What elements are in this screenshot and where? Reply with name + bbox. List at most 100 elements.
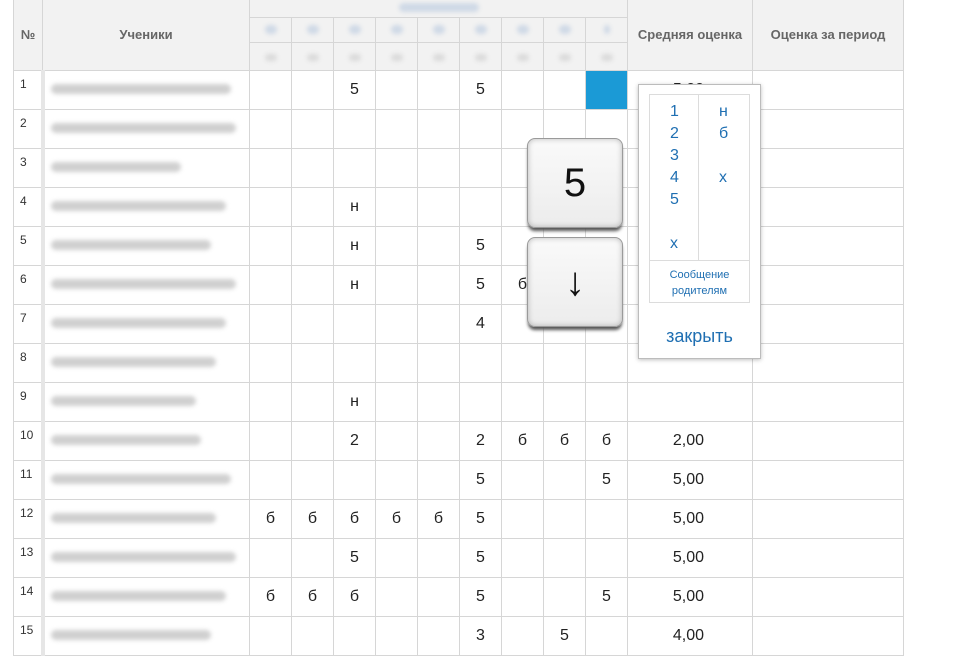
grade-cell[interactable] (291, 70, 334, 110)
period-grade[interactable] (752, 538, 904, 578)
grade-cell[interactable] (417, 70, 460, 110)
grade-cell[interactable]: н (333, 226, 376, 266)
grade-cell[interactable]: б (291, 577, 334, 617)
period-grade[interactable] (752, 226, 904, 266)
grade-cell[interactable] (375, 226, 418, 266)
grade-cell[interactable] (375, 421, 418, 461)
student-name[interactable] (40, 304, 250, 344)
date-header-cell[interactable] (459, 17, 502, 43)
grade-cell[interactable] (375, 70, 418, 110)
grade-cell[interactable] (375, 265, 418, 305)
grade-cell[interactable]: 5 (333, 70, 376, 110)
grade-cell[interactable]: н (333, 187, 376, 227)
grade-cell[interactable] (249, 148, 292, 188)
student-name[interactable] (40, 538, 250, 578)
grade-cell[interactable] (291, 304, 334, 344)
student-name[interactable] (40, 421, 250, 461)
grade-cell[interactable] (459, 148, 502, 188)
grade-cell[interactable] (375, 538, 418, 578)
grade-cell[interactable] (459, 187, 502, 227)
grade-cell[interactable] (543, 577, 586, 617)
grade-cell[interactable]: б (333, 577, 376, 617)
grade-cell[interactable] (249, 343, 292, 383)
grade-cell[interactable] (249, 265, 292, 305)
grade-option[interactable]: 3 (670, 147, 679, 165)
grade-cell[interactable] (291, 421, 334, 461)
period-grade[interactable] (752, 70, 904, 110)
grade-cell[interactable] (585, 499, 628, 539)
grade-cell[interactable] (585, 538, 628, 578)
grade-cell[interactable] (333, 304, 376, 344)
grade-cell[interactable]: 5 (459, 265, 502, 305)
grade-cell[interactable]: б (249, 577, 292, 617)
student-name[interactable] (40, 226, 250, 266)
grade-option[interactable]: 4 (670, 169, 679, 187)
grade-cell[interactable] (333, 460, 376, 500)
grade-cell[interactable] (375, 343, 418, 383)
grade-cell[interactable]: б (249, 499, 292, 539)
grade-cell[interactable] (375, 148, 418, 188)
period-grade[interactable] (752, 616, 904, 656)
grade-cell[interactable] (585, 616, 628, 656)
grade-cell[interactable] (501, 343, 544, 383)
period-grade[interactable] (752, 304, 904, 344)
date-header-cell[interactable] (291, 17, 334, 43)
grade-cell[interactable] (459, 382, 502, 422)
student-name[interactable] (40, 460, 250, 500)
grade-cell[interactable] (375, 382, 418, 422)
grade-cell[interactable] (417, 421, 460, 461)
grade-cell[interactable] (333, 109, 376, 149)
grade-cell[interactable] (501, 499, 544, 539)
grade-cell[interactable] (249, 226, 292, 266)
student-name[interactable] (40, 343, 250, 383)
grade-cell[interactable] (417, 304, 460, 344)
grade-cell[interactable] (543, 499, 586, 539)
period-grade[interactable] (752, 265, 904, 305)
student-name[interactable] (40, 382, 250, 422)
grade-cell[interactable] (417, 538, 460, 578)
grade-cell[interactable] (249, 70, 292, 110)
grade-cell[interactable]: б (543, 421, 586, 461)
grade-cell[interactable] (249, 304, 292, 344)
grade-cell[interactable] (375, 577, 418, 617)
grade-cell[interactable]: б (417, 499, 460, 539)
grade-cell[interactable] (291, 265, 334, 305)
student-name[interactable] (40, 148, 250, 188)
grade-cell[interactable] (459, 109, 502, 149)
student-name[interactable] (40, 187, 250, 227)
grade-cell[interactable] (417, 109, 460, 149)
grade-cell[interactable]: б (501, 421, 544, 461)
grade-cell[interactable] (543, 460, 586, 500)
grade-cell[interactable] (417, 577, 460, 617)
grade-cell[interactable]: 5 (585, 577, 628, 617)
grade-cell[interactable] (543, 538, 586, 578)
grade-cell[interactable] (501, 616, 544, 656)
grade-cell[interactable] (375, 616, 418, 656)
grade-cell[interactable] (585, 70, 628, 110)
grade-cell[interactable] (501, 70, 544, 110)
grade-cell[interactable]: 5 (543, 616, 586, 656)
grade-cell[interactable] (375, 304, 418, 344)
student-name[interactable] (40, 109, 250, 149)
grade-cell[interactable]: 5 (459, 460, 502, 500)
grade-cell[interactable] (459, 343, 502, 383)
grade-cell[interactable]: 5 (459, 499, 502, 539)
mark-option[interactable]: б (719, 125, 728, 143)
grade-option[interactable]: 5 (670, 191, 679, 209)
period-grade[interactable] (752, 148, 904, 188)
grade-cell[interactable] (417, 226, 460, 266)
grade-cell[interactable] (417, 616, 460, 656)
period-grade[interactable] (752, 460, 904, 500)
student-name[interactable] (40, 577, 250, 617)
mark-option[interactable]: н (719, 103, 728, 121)
grade-cell[interactable]: 5 (459, 226, 502, 266)
grade-cell[interactable]: 5 (459, 577, 502, 617)
grade-cell[interactable] (249, 382, 292, 422)
grade-cell[interactable]: 2 (459, 421, 502, 461)
message-parents-link[interactable]: Сообщение родителям (650, 260, 749, 302)
student-name[interactable] (40, 70, 250, 110)
grade-cell[interactable] (333, 343, 376, 383)
student-name[interactable] (40, 499, 250, 539)
grade-cell[interactable] (291, 382, 334, 422)
grade-cell[interactable] (333, 616, 376, 656)
